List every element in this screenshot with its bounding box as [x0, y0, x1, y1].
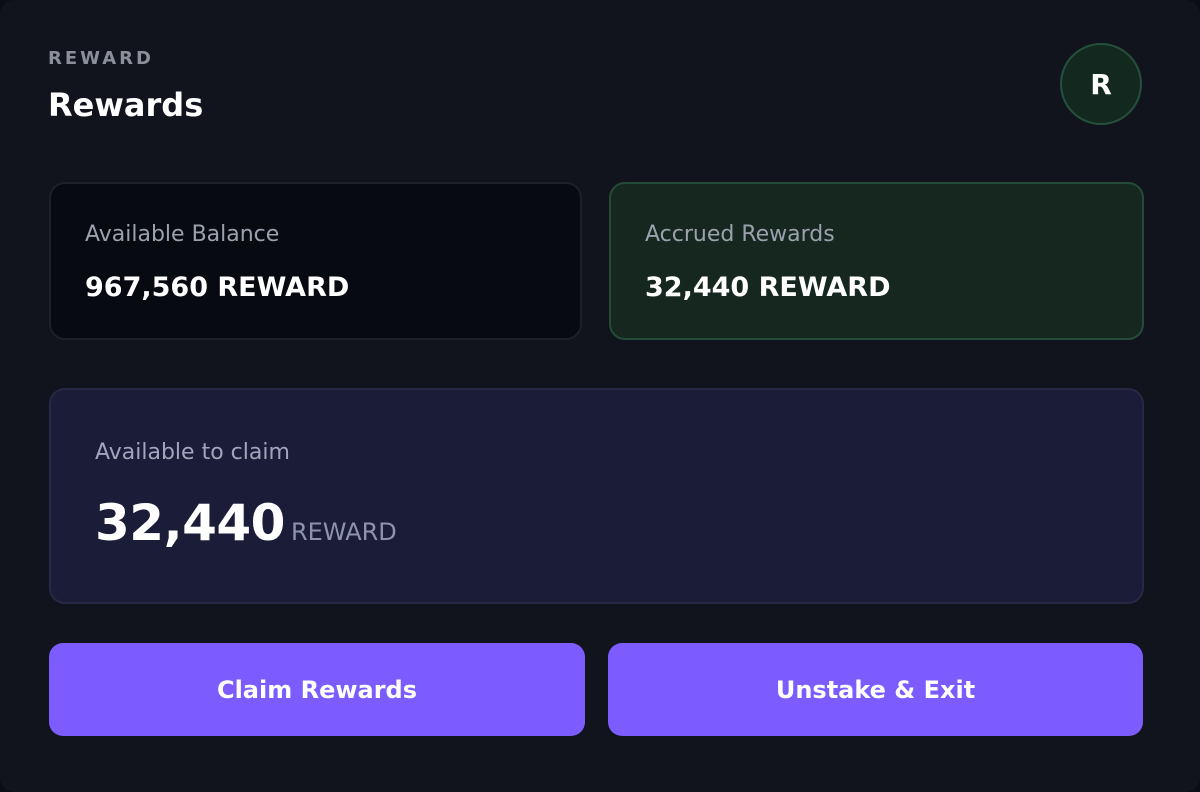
accrued-rewards-card: Accrued Rewards 32,440 REWARD [609, 182, 1144, 340]
claimable-panel: Available to claim 32,440 REWARD [49, 388, 1144, 604]
accrued-rewards-value: 32,440 REWARD [645, 272, 891, 303]
claimable-label: Available to claim [95, 440, 290, 465]
available-balance-card: Available Balance 967,560 REWARD [49, 182, 582, 340]
unstake-exit-button[interactable]: Unstake & Exit [608, 643, 1143, 736]
rewards-card: REWARD Rewards R Available Balance 967,5… [0, 0, 1200, 792]
page-title: Rewards [48, 86, 204, 124]
claim-rewards-button[interactable]: Claim Rewards [49, 643, 585, 736]
available-balance-label: Available Balance [85, 222, 280, 247]
available-balance-value: 967,560 REWARD [85, 272, 350, 303]
claimable-unit: REWARD [290, 518, 397, 546]
token-avatar: R [1060, 43, 1142, 125]
avatar-initial: R [1090, 67, 1112, 101]
accrued-rewards-label: Accrued Rewards [645, 222, 835, 247]
claimable-amount: 32,440 [95, 494, 285, 552]
claimable-amount-row: 32,440 REWARD [95, 494, 397, 552]
token-eyebrow: REWARD [48, 48, 154, 69]
